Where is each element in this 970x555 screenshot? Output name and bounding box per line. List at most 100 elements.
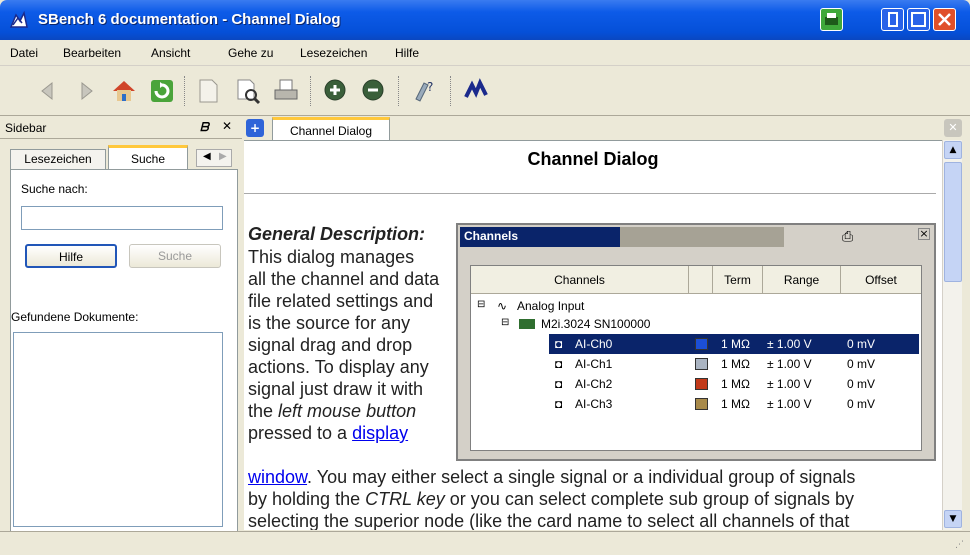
menu-gehe-zu[interactable]: Gehe zu [228,46,273,60]
home-icon[interactable] [110,77,138,105]
search-label: Suche nach: [21,182,88,196]
channel-row[interactable]: ◘ AI-Ch0 1 MΩ ± 1.00 V 0 mV [471,334,921,354]
tab-lesezeichen[interactable]: Lesezeichen [10,149,106,169]
para-line: actions. To display any [248,357,429,377]
para-line: all the channel and data [248,269,440,289]
para-line: file related settings and [248,291,434,311]
channels-header: Channels ⎙ × [458,225,934,249]
back-icon[interactable] [34,77,62,105]
toolbar: ? [0,66,970,116]
search-panel: Suche nach: Hilfe Suche Gefundene Dokume… [10,169,238,537]
close-tab-icon[interactable]: ✕ [944,119,962,137]
para-line: This dialog manages [248,247,415,267]
page-heading: Channel Dialog [527,149,659,169]
minimize-button[interactable] [881,8,904,31]
zoom-out-icon[interactable] [360,77,388,105]
resize-grip-icon[interactable]: ⋰ [955,540,964,550]
found-documents-label: Gefundene Dokumente: [11,310,139,324]
toolbar-separator [184,76,185,106]
menu-bar: Datei Bearbeiten Ansicht Gehe zu Lesezei… [0,40,970,66]
channels-title-bar-rest [620,227,784,247]
close-icon[interactable]: × [918,228,930,240]
found-documents-list[interactable] [13,332,223,527]
printer-tray-button[interactable] [820,8,843,31]
toolbar-separator [450,76,451,106]
vertical-scrollbar[interactable]: ▲ ▼ [942,140,962,530]
menu-hilfe[interactable]: Hilfe [395,46,419,60]
para-line: pressed to a display [248,423,409,443]
description-column: This dialog manages all the channel and … [248,246,458,444]
close-sidebar-icon[interactable]: ✕ [222,119,232,133]
search-button[interactable]: Suche [129,244,221,268]
content-tab-bar: + Channel Dialog ✕ [244,117,970,141]
menu-datei[interactable]: Datei [10,46,38,60]
spectrum-logo-icon[interactable] [462,77,490,105]
para-line: window. You may either select a single s… [248,467,856,487]
chevron-left-icon[interactable]: ◀ [203,151,211,162]
reload-icon[interactable] [148,77,176,105]
tab-scroll[interactable]: ◀ ▶ [196,149,232,167]
minimize-icon [888,12,898,27]
channel-color-swatch[interactable] [695,378,708,390]
menu-bearbeiten[interactable]: Bearbeiten [63,46,121,60]
zoom-in-icon[interactable] [322,77,350,105]
channel-color-swatch[interactable] [695,338,708,350]
tree-node[interactable]: ⊟ M2i.3024 SN100000 [471,314,921,334]
column-header[interactable]: Offset [841,266,921,294]
title-bar: SBench 6 documentation - Channel Dialog [0,0,970,40]
help-icon[interactable]: ? [410,77,438,105]
channels-table: Channels Term Range Offset ⊟ ∿ Analog In… [470,265,922,451]
description-full: window. You may either select a single s… [248,466,938,530]
channel-icon: ◘ [555,397,563,411]
para-line: the left mouse button [248,401,417,421]
scroll-thumb[interactable] [944,162,962,282]
channel-row[interactable]: ◘ AI-Ch1 1 MΩ ± 1.00 V 0 mV [471,354,921,374]
forward-icon[interactable] [72,77,100,105]
tab-channel-dialog[interactable]: Channel Dialog [272,117,390,141]
window-title: SBench 6 documentation - Channel Dialog [38,11,341,28]
sidebar-title: Sidebar [5,121,47,135]
channel-icon: ◘ [555,357,563,371]
channel-color-swatch[interactable] [695,398,708,410]
column-header[interactable] [689,266,713,294]
para-line: selecting the superior node (like the ca… [248,511,850,530]
print-preview-icon[interactable] [234,77,262,105]
display-window-link[interactable]: window [248,467,307,487]
maximize-icon [911,12,926,27]
search-input[interactable] [21,206,223,230]
status-bar: ⋰ [0,531,970,555]
menu-lesezeichen[interactable]: Lesezeichen [300,46,367,60]
print-icon[interactable] [272,77,300,105]
tree-node[interactable]: ⊟ ∿ Analog Input [471,296,921,316]
menu-ansicht[interactable]: Ansicht [151,46,190,60]
page-icon[interactable] [194,77,222,105]
tab-suche[interactable]: Suche [108,145,188,170]
para-line: signal just draw it with [248,379,424,399]
channel-row[interactable]: ◘ AI-Ch2 1 MΩ ± 1.00 V 0 mV [471,374,921,394]
chevron-right-icon[interactable]: ▶ [219,151,227,162]
scroll-down-icon[interactable]: ▼ [944,510,962,528]
channel-color-swatch[interactable] [695,358,708,370]
scroll-up-icon[interactable]: ▲ [944,141,962,159]
collapse-icon[interactable]: ⊟ [501,317,509,328]
channels-window: Channels ⎙ × Channels Term Range Offset … [456,223,936,461]
sidebar-tabs: Lesezeichen Suche ◀ ▶ [0,145,242,170]
toolbar-separator [398,76,399,106]
sidebar: Sidebar ᗷ ✕ Lesezeichen Suche ◀ ▶ Suche … [0,117,242,537]
maximize-button[interactable] [907,8,930,31]
toolbar-separator [310,76,311,106]
close-button[interactable] [933,8,956,31]
para-line: by holding the CTRL key or you can selec… [248,489,855,509]
help-button[interactable]: Hilfe [25,244,117,268]
printer-icon[interactable]: ⎙ [842,229,853,245]
channel-row[interactable]: ◘ AI-Ch3 1 MΩ ± 1.00 V 0 mV [471,394,921,414]
column-header[interactable]: Range [763,266,841,294]
column-header[interactable]: Channels [471,266,689,294]
new-tab-icon[interactable]: + [246,119,264,137]
float-icon[interactable]: ᗷ [200,120,209,135]
display-window-link[interactable]: display [352,423,408,443]
collapse-icon[interactable]: ⊟ [477,299,485,310]
column-header[interactable]: Term [713,266,763,294]
channel-icon: ◘ [555,337,563,351]
channel-icon: ◘ [555,377,563,391]
